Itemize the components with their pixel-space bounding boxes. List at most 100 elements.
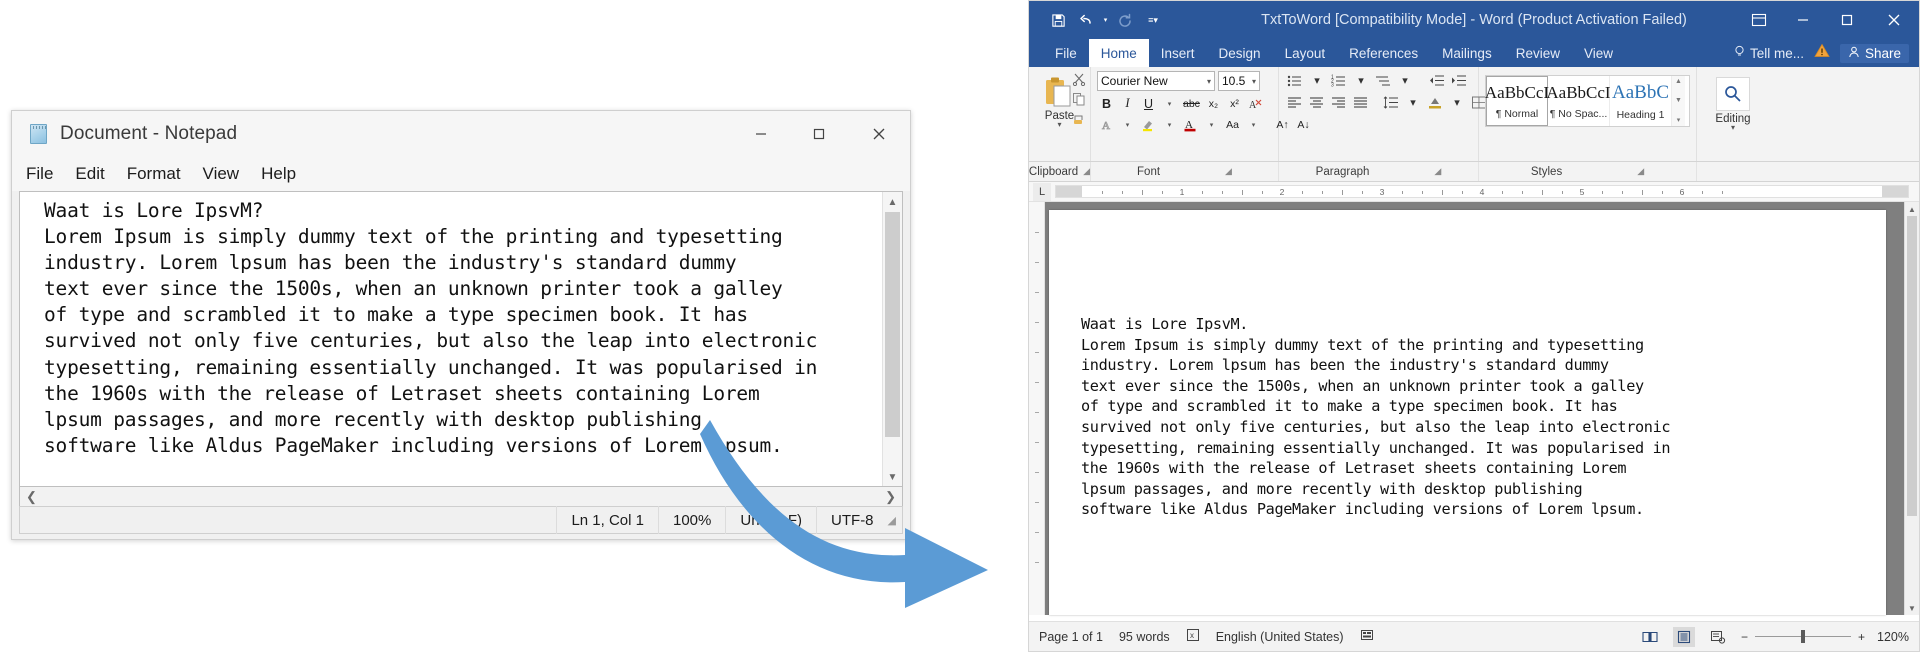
numbering-icon[interactable]: 123 [1329, 71, 1349, 90]
underline-button[interactable]: U [1139, 94, 1158, 113]
word-close-button[interactable] [1869, 1, 1919, 39]
decrease-indent-icon[interactable] [1427, 71, 1447, 90]
highlight-icon[interactable] [1139, 115, 1158, 134]
zoom-in-button[interactable]: + [1858, 630, 1865, 644]
tab-file[interactable]: File [1043, 39, 1089, 67]
style-no-spacing[interactable]: AaBbCcI ¶ No Spac... [1548, 76, 1610, 126]
dialog-launcher-icon[interactable]: ◢ [1083, 166, 1090, 177]
style-normal[interactable]: AaBbCcI ¶ Normal [1486, 76, 1548, 126]
read-mode-icon[interactable] [1639, 627, 1661, 647]
proofing-errors-icon[interactable]: x [1186, 628, 1200, 645]
font-name-combobox[interactable]: Courier New ▾ [1097, 71, 1215, 91]
status-language[interactable]: English (United States) [1216, 630, 1344, 644]
tab-design[interactable]: Design [1207, 39, 1273, 67]
highlight-dropdown-icon[interactable]: ▾ [1160, 115, 1179, 134]
tab-stop-selector[interactable]: L [1033, 183, 1051, 201]
dialog-launcher-icon[interactable]: ◢ [1225, 166, 1232, 177]
menu-item-edit[interactable]: Edit [75, 164, 104, 184]
change-case-dropdown-icon[interactable]: ▾ [1244, 115, 1263, 134]
zoom-thumb[interactable] [1801, 630, 1805, 643]
status-word-count[interactable]: 95 words [1119, 630, 1170, 644]
tab-references[interactable]: References [1337, 39, 1430, 67]
clear-formatting-icon[interactable]: A [1246, 94, 1265, 113]
scroll-thumb[interactable] [885, 212, 900, 437]
scroll-up-icon[interactable]: ▲ [883, 192, 902, 212]
menu-item-view[interactable]: View [203, 164, 240, 184]
word-minimize-button[interactable] [1781, 1, 1825, 39]
text-effects-dropdown-icon[interactable]: ▾ [1118, 115, 1137, 134]
word-maximize-button[interactable] [1825, 1, 1869, 39]
style-heading-1[interactable]: AaBbC Heading 1 [1610, 76, 1672, 126]
editing-dropdown-caret[interactable]: ▾ [1731, 125, 1735, 131]
find-magnifier-icon[interactable] [1716, 77, 1750, 111]
shading-icon[interactable] [1425, 93, 1445, 112]
notepad-close-button[interactable] [848, 111, 910, 157]
scroll-down-icon[interactable]: ▼ [1905, 601, 1919, 615]
scroll-thumb[interactable] [1907, 216, 1917, 516]
italic-button[interactable]: I [1118, 94, 1137, 113]
align-left-icon[interactable] [1285, 93, 1305, 112]
dialog-launcher-icon[interactable]: ◢ [1637, 166, 1644, 177]
line-spacing-dropdown-icon[interactable]: ▾ [1403, 93, 1423, 112]
undo-dropdown-icon[interactable]: ▾ [1101, 7, 1110, 33]
shading-dropdown-icon[interactable]: ▾ [1447, 93, 1467, 112]
word-vertical-scrollbar[interactable]: ▲ ▼ [1904, 202, 1919, 615]
zoom-out-button[interactable]: − [1741, 630, 1748, 644]
align-center-icon[interactable] [1307, 93, 1327, 112]
horizontal-ruler[interactable]: 1 2 3 4 5 6 [1055, 185, 1909, 198]
zoom-slider[interactable]: − + [1741, 630, 1865, 644]
justify-icon[interactable] [1351, 93, 1371, 112]
notepad-minimize-button[interactable] [732, 111, 790, 157]
multilevel-list-icon[interactable] [1373, 71, 1393, 90]
subscript-button[interactable]: x₂ [1204, 94, 1223, 113]
dialog-launcher-icon[interactable]: ◢ [1434, 166, 1441, 177]
notepad-maximize-button[interactable] [790, 111, 848, 157]
increase-indent-icon[interactable] [1449, 71, 1469, 90]
format-painter-icon[interactable] [1070, 111, 1088, 127]
tell-me-box[interactable]: Tell me... [1734, 45, 1804, 61]
tab-mailings[interactable]: Mailings [1430, 39, 1504, 67]
superscript-button[interactable]: x² [1225, 94, 1244, 113]
font-color-dropdown-icon[interactable]: ▾ [1202, 115, 1221, 134]
tab-view[interactable]: View [1572, 39, 1625, 67]
document-text-content[interactable]: Waat is Lore IpsvM. Lorem Ipsum is simpl… [1081, 314, 1868, 520]
save-icon[interactable] [1045, 7, 1071, 33]
tab-layout[interactable]: Layout [1273, 39, 1338, 67]
tab-home[interactable]: Home [1089, 39, 1149, 67]
paste-dropdown-caret[interactable]: ▾ [1057, 122, 1061, 128]
tab-insert[interactable]: Insert [1149, 39, 1207, 67]
menu-item-format[interactable]: Format [127, 164, 181, 184]
zoom-level[interactable]: 120% [1877, 630, 1909, 644]
share-button[interactable]: Share [1840, 44, 1909, 63]
styles-gallery-scroll[interactable]: ▲ ▼ ▾ [1672, 76, 1685, 126]
change-case-button[interactable]: Aa [1223, 115, 1242, 134]
align-right-icon[interactable] [1329, 93, 1349, 112]
customize-qat-icon[interactable]: ≡▾ [1140, 7, 1166, 33]
underline-dropdown-icon[interactable]: ▾ [1160, 94, 1179, 113]
chevron-down-icon[interactable]: ▾ [1252, 77, 1256, 86]
styles-scroll-down-icon[interactable]: ▼ [1675, 97, 1682, 104]
print-layout-icon[interactable] [1673, 627, 1695, 647]
bullets-dropdown-icon[interactable]: ▾ [1307, 71, 1327, 90]
warning-triangle-icon[interactable] [1814, 43, 1830, 63]
scroll-up-icon[interactable]: ▲ [1905, 202, 1919, 216]
status-page-number[interactable]: Page 1 of 1 [1039, 630, 1103, 644]
strikethrough-button[interactable]: abc [1181, 94, 1202, 113]
menu-item-file[interactable]: File [26, 164, 53, 184]
web-layout-icon[interactable] [1707, 627, 1729, 647]
ribbon-display-options-icon[interactable] [1737, 1, 1781, 39]
font-color-icon[interactable]: A [1181, 115, 1200, 134]
numbering-dropdown-icon[interactable]: ▾ [1351, 71, 1371, 90]
text-effects-icon[interactable]: A [1097, 115, 1116, 134]
styles-scroll-up-icon[interactable]: ▲ [1675, 78, 1682, 85]
copy-icon[interactable] [1070, 91, 1088, 107]
bullets-icon[interactable] [1285, 71, 1305, 90]
scroll-left-icon[interactable]: ❮ [26, 489, 37, 505]
redo-icon[interactable] [1112, 7, 1138, 33]
document-page[interactable]: Waat is Lore IpsvM. Lorem Ipsum is simpl… [1049, 210, 1886, 615]
tab-review[interactable]: Review [1504, 39, 1572, 67]
cut-scissors-icon[interactable] [1070, 71, 1088, 87]
chevron-down-icon[interactable]: ▾ [1207, 77, 1211, 86]
font-size-combobox[interactable]: 10.5 ▾ [1218, 71, 1260, 91]
menu-item-help[interactable]: Help [261, 164, 296, 184]
